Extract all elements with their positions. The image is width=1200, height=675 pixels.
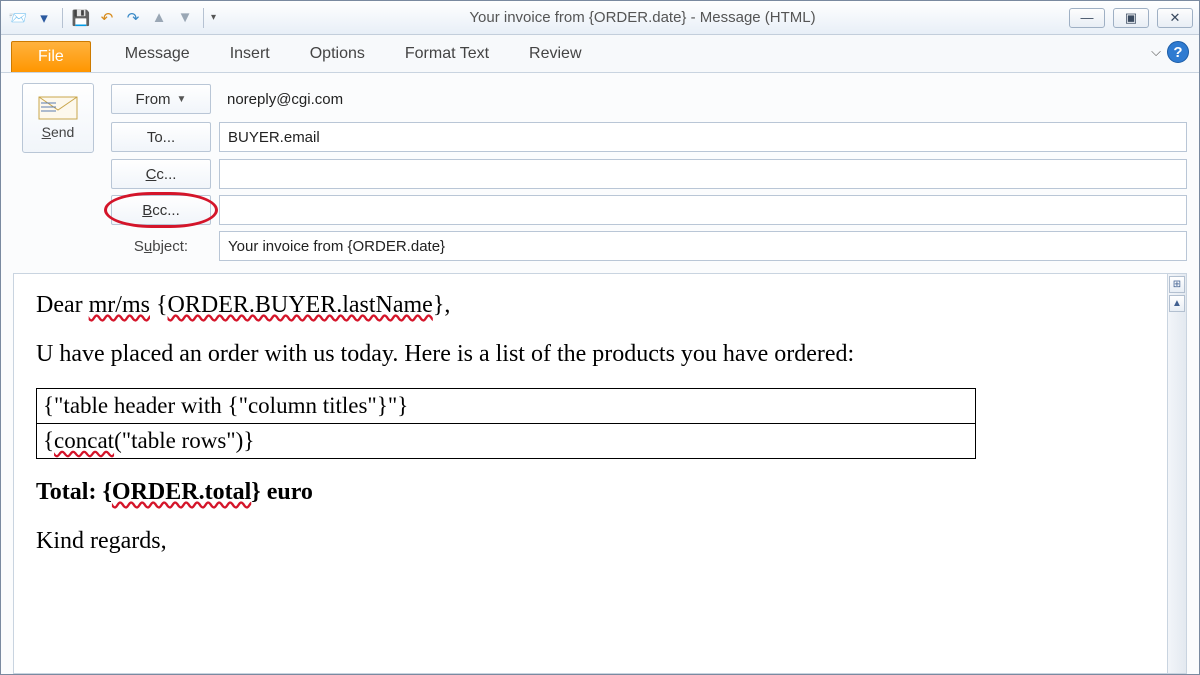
cc-label: Cc... (146, 166, 177, 183)
separator (62, 8, 63, 28)
tab-insert[interactable]: Insert (210, 38, 290, 72)
body-greeting: Dear mr/ms {ORDER.BUYER.lastName}, (36, 290, 1145, 321)
minimize-button[interactable]: — (1069, 8, 1105, 28)
to-field[interactable]: BUYER.email (219, 122, 1187, 152)
subject-field[interactable]: Your invoice from {ORDER.date} (219, 231, 1187, 261)
window-buttons: — ▣ ✕ (1069, 8, 1193, 28)
file-tab[interactable]: File (11, 41, 91, 72)
ribbon-minimize-icon[interactable]: ⌵ (1151, 44, 1161, 60)
body-total: Total: {ORDER.total} euro (36, 477, 1145, 508)
cc-button[interactable]: Cc... (111, 159, 211, 189)
mail-icon: 📨 (7, 7, 29, 29)
body-table: {"table header with {"column titles"}"} … (36, 388, 976, 459)
to-label: To... (147, 129, 175, 146)
ribbon-tabs: File Message Insert Options Format Text … (1, 35, 1199, 73)
to-button[interactable]: To... (111, 122, 211, 152)
from-label: From (136, 91, 171, 108)
outlook-compose-window: 📨 ▾ 💾 ↶ ↷ ▲ ▼ ▾ Your invoice from {ORDER… (0, 0, 1200, 675)
vertical-scrollbar[interactable]: ⊞ ▲ (1167, 274, 1186, 673)
bcc-button[interactable]: Bcc... (111, 195, 211, 225)
tab-options[interactable]: Options (290, 38, 385, 72)
bcc-label: Bcc... (142, 202, 180, 219)
close-button[interactable]: ✕ (1157, 8, 1193, 28)
redo-icon[interactable]: ↷ (122, 7, 144, 29)
undo-icon[interactable]: ↶ (96, 7, 118, 29)
help-icon[interactable]: ? (1167, 41, 1189, 63)
send-cell: Send (13, 83, 103, 153)
quick-access-toolbar: 📨 ▾ 💾 ↶ ↷ ▲ ▼ ▾ (7, 7, 216, 29)
scroll-option-icon[interactable]: ⊞ (1169, 276, 1185, 293)
table-row: {concat("table rows")} (37, 424, 976, 459)
body-editor-wrap: Dear mr/ms {ORDER.BUYER.lastName}, U hav… (13, 273, 1187, 674)
next-item-icon[interactable]: ▼ (174, 7, 196, 29)
from-value: noreply@cgi.com (219, 84, 1187, 114)
chevron-down-icon: ▼ (177, 94, 187, 105)
subject-label: Subject: (111, 238, 211, 255)
scroll-up-icon[interactable]: ▲ (1169, 295, 1185, 312)
from-button[interactable]: From ▼ (111, 84, 211, 114)
body-editor[interactable]: Dear mr/ms {ORDER.BUYER.lastName}, U hav… (14, 274, 1167, 673)
prev-item-icon[interactable]: ▲ (148, 7, 170, 29)
attach-dropdown-icon[interactable]: ▾ (33, 7, 55, 29)
maximize-button[interactable]: ▣ (1113, 8, 1149, 28)
table-row: {"table header with {"column titles"}"} (37, 389, 976, 424)
send-button[interactable]: Send (22, 83, 94, 153)
send-label: Send (42, 124, 75, 140)
tab-format-text[interactable]: Format Text (385, 38, 509, 72)
bcc-field[interactable] (219, 195, 1187, 225)
tab-message[interactable]: Message (105, 38, 210, 72)
header-fields: Send From ▼ noreply@cgi.com To... BUYER.… (13, 83, 1187, 261)
cc-field[interactable] (219, 159, 1187, 189)
window-title: Your invoice from {ORDER.date} - Message… (216, 9, 1069, 26)
compose-pane: Send From ▼ noreply@cgi.com To... BUYER.… (1, 73, 1199, 674)
body-signoff: Kind regards, (36, 526, 1145, 557)
titlebar: 📨 ▾ 💾 ↶ ↷ ▲ ▼ ▾ Your invoice from {ORDER… (1, 1, 1199, 35)
envelope-icon (38, 96, 78, 120)
separator (203, 8, 204, 28)
body-line2: U have placed an order with us today. He… (36, 339, 1145, 370)
save-icon[interactable]: 💾 (70, 7, 92, 29)
tab-review[interactable]: Review (509, 38, 601, 72)
